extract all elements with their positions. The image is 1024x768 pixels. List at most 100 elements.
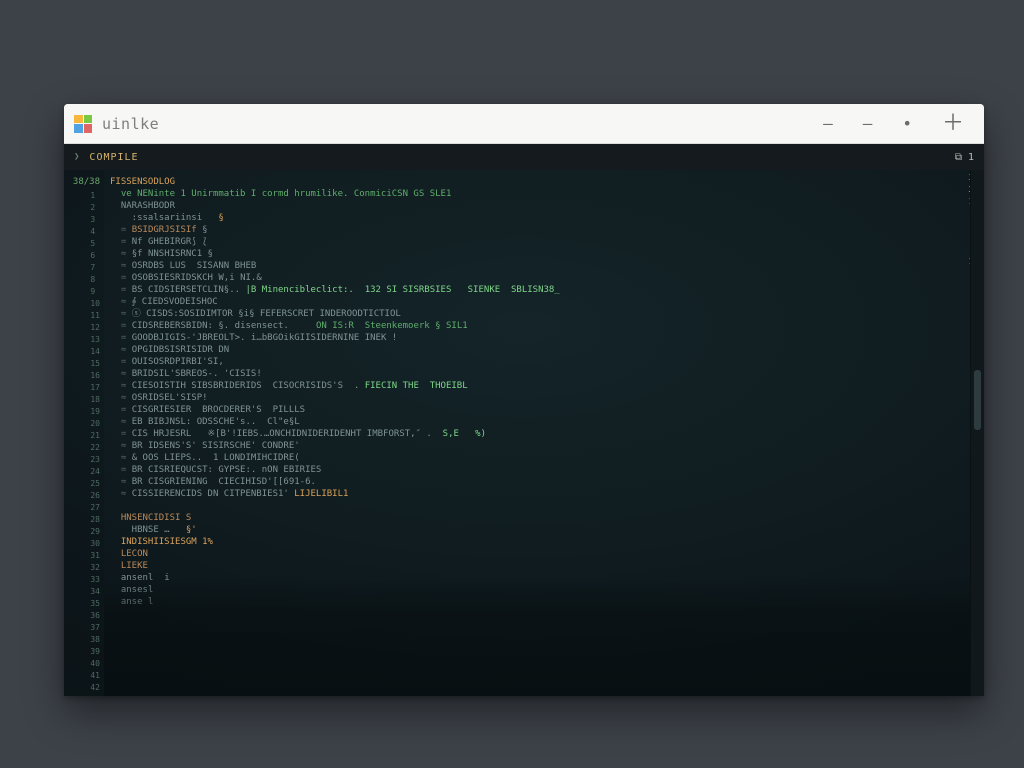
code-line: ≈ OPGIDBSISRISIDR DN xyxy=(110,344,976,356)
code-line: ≈ OSRIDSEL'SISP! xyxy=(110,392,976,404)
line-number: 34 xyxy=(90,586,100,598)
line-number: 5 xyxy=(90,238,100,250)
code-line: = CIS HRJESRL ※[B'!IEBS.…ONCHIDNIDERIDEN… xyxy=(110,428,976,440)
tab-prompt-icon: ❯ xyxy=(74,152,79,162)
code-line xyxy=(110,668,976,680)
line-number: 40 xyxy=(90,658,100,670)
code-line xyxy=(110,680,976,692)
window-controls: – – • ＋ xyxy=(819,109,974,139)
line-number: 24 xyxy=(90,466,100,478)
line-number: 29 xyxy=(90,526,100,538)
line-number: 9 xyxy=(90,286,100,298)
code-line: = CISGRIESIER BROCDERER'S PILLLS xyxy=(110,404,976,416)
line-number: 11 xyxy=(90,310,100,322)
code-line: ≈ OSRDBS LUS SISANN BHEB xyxy=(110,260,976,272)
code-line: ≈ & OOS LIEPS.. 1 LONDIMIHCIDRE( xyxy=(110,452,976,464)
line-number: 3 xyxy=(90,214,100,226)
code-line: = BSIDGRJSISIf § xyxy=(110,224,976,236)
code-area[interactable]: FISSENSODLOG ve NENinte 1 Unirmmatib I c… xyxy=(104,170,984,696)
code-line xyxy=(110,620,976,632)
code-line xyxy=(110,656,976,668)
code-line: ≈ ⓢ CISDS:SOSIDIMTOR §i§ FEFERSCRET INDE… xyxy=(110,308,976,320)
status-count: 1 xyxy=(968,152,974,163)
code-line: ansenl i xyxy=(110,572,976,584)
terminal-viewport[interactable]: 38/38 1234567891011121314151617181920212… xyxy=(64,170,984,696)
line-number: 6 xyxy=(90,250,100,262)
status-indicator-icon: ⧉ xyxy=(955,152,962,163)
vertical-scrollbar[interactable] xyxy=(970,170,984,696)
line-number: 20 xyxy=(90,418,100,430)
line-number: 25 xyxy=(90,478,100,490)
code-line: = GOODBJIGIS-'JBREOLT>. i…bBGOikGIISIDER… xyxy=(110,332,976,344)
code-line: = BS CIDSIERSETCLIN§.. |B Minencibleclic… xyxy=(110,284,976,296)
line-number: 42 xyxy=(90,682,100,694)
gutter-header: 38/38 xyxy=(73,176,100,188)
line-number: 28 xyxy=(90,514,100,526)
code-line xyxy=(110,608,976,620)
code-line: ≈ CISSIERENCIDS DN CITPENBIES1' LIJELIBI… xyxy=(110,488,976,500)
app-title: uinlke xyxy=(102,115,159,133)
code-line xyxy=(110,500,976,512)
secondary-minimize-button[interactable]: – xyxy=(859,112,877,136)
line-number: 41 xyxy=(90,670,100,682)
line-number: 16 xyxy=(90,370,100,382)
line-number: 23 xyxy=(90,454,100,466)
code-line: INDISHIISIESGM 1% xyxy=(110,536,976,548)
settings-dot-icon[interactable]: • xyxy=(898,112,916,136)
code-line: ≈ EB BIBJNSL: ODSSCHE's.. Cl"e§L xyxy=(110,416,976,428)
tab-compile[interactable]: COMPILE xyxy=(89,152,138,163)
line-number: 8 xyxy=(90,274,100,286)
code-line: ve NENinte 1 Unirmmatib I cormd hrumilik… xyxy=(110,188,976,200)
line-number: 39 xyxy=(90,646,100,658)
line-number: 10 xyxy=(90,298,100,310)
code-line xyxy=(110,644,976,656)
line-number: 26 xyxy=(90,490,100,502)
line-number: 30 xyxy=(90,538,100,550)
line-number: 2 xyxy=(90,202,100,214)
line-number: 19 xyxy=(90,406,100,418)
app-window: uinlke – – • ＋ ❯ COMPILE ⧉ 1 38/38 12345… xyxy=(64,104,984,696)
line-number: 12 xyxy=(90,322,100,334)
minimize-button[interactable]: – xyxy=(819,112,837,136)
line-number: 35 xyxy=(90,598,100,610)
code-line: LECON xyxy=(110,548,976,560)
expand-button[interactable]: ＋ xyxy=(938,109,968,139)
line-number: 38 xyxy=(90,634,100,646)
line-number: 4 xyxy=(90,226,100,238)
line-number: 1 xyxy=(90,190,100,202)
line-number: 36 xyxy=(90,610,100,622)
scrollbar-thumb[interactable] xyxy=(974,370,981,430)
line-number: 43 xyxy=(90,694,100,696)
code-line: ≈ BR CISGRIENING CIECIHISD'[[691-6. xyxy=(110,476,976,488)
code-line: anse l xyxy=(110,596,976,608)
line-number: 21 xyxy=(90,430,100,442)
code-line: HBNSE … §' xyxy=(110,524,976,536)
code-line: = OUISOSRDPIRBI'SI, xyxy=(110,356,976,368)
code-line: FISSENSODLOG xyxy=(110,176,976,188)
code-line: = OSOBSIESRIDSKCH W,i NI.& xyxy=(110,272,976,284)
line-number: 27 xyxy=(90,502,100,514)
line-number: 37 xyxy=(90,622,100,634)
code-line: ≈ §f NNSHISRNC1 § xyxy=(110,248,976,260)
line-number: 33 xyxy=(90,574,100,586)
line-number: 13 xyxy=(90,334,100,346)
line-number: 32 xyxy=(90,562,100,574)
line-number: 15 xyxy=(90,358,100,370)
code-line: ≈ BR IDSENS'S' SISIRSCHE' CONDRE' xyxy=(110,440,976,452)
line-number: 22 xyxy=(90,442,100,454)
code-line: ≈ BRIDSIL'SBREOS-. 'CISIS! xyxy=(110,368,976,380)
line-number: 31 xyxy=(90,550,100,562)
titlebar: uinlke – – • ＋ xyxy=(64,104,984,144)
line-number: 7 xyxy=(90,262,100,274)
app-icon xyxy=(74,115,92,133)
code-line: = Nf GHEBIRGR⟆ ⟅ xyxy=(110,236,976,248)
code-line: HNSENCIDISI S xyxy=(110,512,976,524)
code-line: ≈ CIESOISTIH SIBSBRIDERIDS CISOCRISIDS'S… xyxy=(110,380,976,392)
line-number: 14 xyxy=(90,346,100,358)
code-line: LIEKE xyxy=(110,560,976,572)
line-number: 18 xyxy=(90,394,100,406)
line-number-gutter: 38/38 1234567891011121314151617181920212… xyxy=(64,170,104,696)
line-number: 17 xyxy=(90,382,100,394)
code-line: ≈ ⨕ CIEDSVODEISHOC xyxy=(110,296,976,308)
code-line: :ssalsariinsi § xyxy=(110,212,976,224)
